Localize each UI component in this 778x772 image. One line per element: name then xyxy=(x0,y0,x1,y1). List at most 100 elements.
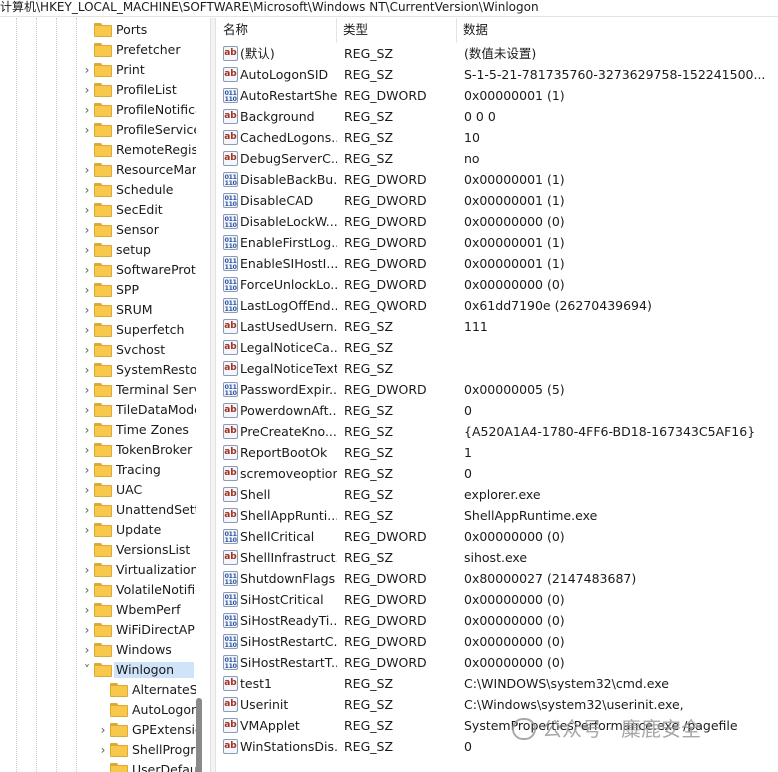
value-row[interactable]: ab ReportBootOk REG_SZ 1 xyxy=(217,442,778,463)
tree-item[interactable]: › SPP xyxy=(0,280,200,300)
tree-item[interactable]: VersionsList xyxy=(0,540,200,560)
chevron-right-icon[interactable]: › xyxy=(82,583,92,597)
value-row[interactable]: ab Background REG_SZ 0 0 0 xyxy=(217,106,778,127)
tree-item[interactable]: › WiFiDirectAPI xyxy=(0,620,200,640)
chevron-right-icon[interactable]: › xyxy=(82,483,92,497)
chevron-right-icon[interactable]: › xyxy=(82,503,92,517)
value-row[interactable]: 011 110 SiHostRestartT... REG_DWORD 0x000000… xyxy=(217,652,778,673)
chevron-right-icon[interactable]: › xyxy=(98,743,108,757)
tree-scrollbar-thumb[interactable] xyxy=(196,698,202,772)
tree-item[interactable]: › UnattendSetti xyxy=(0,500,200,520)
tree-item[interactable]: Prefetcher xyxy=(0,40,200,60)
tree-item[interactable]: › Time Zones xyxy=(0,420,200,440)
tree-item[interactable]: › TokenBroker xyxy=(0,440,200,460)
tree-item[interactable]: Ports xyxy=(0,20,200,40)
chevron-right-icon[interactable]: › xyxy=(82,63,92,77)
value-row[interactable]: 011 110 DisableLockW... REG_DWORD 0x00000000… xyxy=(217,211,778,232)
chevron-right-icon[interactable]: › xyxy=(82,103,92,117)
tree-item[interactable]: RemoteRegis xyxy=(0,140,200,160)
value-row[interactable]: 011 110 SiHostReadyTi... REG_DWORD 0x0000000… xyxy=(217,610,778,631)
tree-item[interactable]: › ResourceMar xyxy=(0,160,200,180)
tree-item[interactable]: › Terminal Serv xyxy=(0,380,200,400)
chevron-right-icon[interactable]: › xyxy=(82,603,92,617)
chevron-right-icon[interactable]: › xyxy=(82,563,92,577)
chevron-right-icon[interactable]: › xyxy=(82,263,92,277)
value-row[interactable]: 011 110 AutoRestartShell REG_DWORD 0x0000000… xyxy=(217,85,778,106)
tree-item[interactable]: › Superfetch xyxy=(0,320,200,340)
value-row[interactable]: 011 110 EnableSIHostI... REG_DWORD 0x0000000… xyxy=(217,253,778,274)
tree-item[interactable]: AlternateSh xyxy=(0,680,200,700)
tree-item[interactable]: › SecEdit xyxy=(0,200,200,220)
chevron-right-icon[interactable]: › xyxy=(82,123,92,137)
value-row[interactable]: 011 110 DisableCAD REG_DWORD 0x00000001 (1) xyxy=(217,190,778,211)
tree-item[interactable]: › SoftwareProte xyxy=(0,260,200,280)
value-row[interactable]: ab PreCreateKno... REG_SZ {A520A1A4-1780-4F… xyxy=(217,421,778,442)
chevron-right-icon[interactable]: › xyxy=(82,343,92,357)
value-row[interactable]: ab LegalNoticeCa... REG_SZ xyxy=(217,337,778,358)
value-row[interactable]: ab test1 REG_SZ C:\WINDOWS\system32\cmd.exe xyxy=(217,673,778,694)
tree-item[interactable]: › SystemRestor xyxy=(0,360,200,380)
value-row[interactable]: ab Userinit REG_SZ C:\Windows\system32\user… xyxy=(217,694,778,715)
tree-item[interactable]: › UAC xyxy=(0,480,200,500)
value-row[interactable]: 011 110 ShutdownFlags REG_DWORD 0x80000027 (… xyxy=(217,568,778,589)
column-header-name[interactable]: 名称 xyxy=(217,18,337,43)
chevron-right-icon[interactable]: › xyxy=(82,203,92,217)
tree-item[interactable]: › Windows xyxy=(0,640,200,660)
address-bar[interactable]: 计算机\HKEY_LOCAL_MACHINE\SOFTWARE\Microsof… xyxy=(0,0,778,17)
tree-item[interactable]: › Sensor xyxy=(0,220,200,240)
value-row[interactable]: 011 110 LastLogOffEnd... REG_QWORD 0x61dd719… xyxy=(217,295,778,316)
value-row[interactable]: ab ShellAppRunti... REG_SZ ShellAppRuntime.… xyxy=(217,505,778,526)
tree-item[interactable]: › TileDataMode xyxy=(0,400,200,420)
value-row[interactable]: ab Shell REG_SZ explorer.exe xyxy=(217,484,778,505)
chevron-right-icon[interactable]: › xyxy=(82,383,92,397)
value-row[interactable]: ab DebugServerC... REG_SZ no xyxy=(217,148,778,169)
chevron-right-icon[interactable]: › xyxy=(82,303,92,317)
tree-item[interactable]: › Schedule xyxy=(0,180,200,200)
chevron-right-icon[interactable]: › xyxy=(82,223,92,237)
chevron-right-icon[interactable]: › xyxy=(82,623,92,637)
chevron-right-icon[interactable]: › xyxy=(82,523,92,537)
tree-item[interactable]: › Svchost xyxy=(0,340,200,360)
tree-item[interactable]: › ShellProgr xyxy=(0,740,200,760)
chevron-right-icon[interactable]: › xyxy=(82,323,92,337)
chevron-right-icon[interactable]: › xyxy=(82,443,92,457)
chevron-right-icon[interactable]: › xyxy=(82,283,92,297)
value-row[interactable]: 011 110 SiHostCritical REG_DWORD 0x00000000 … xyxy=(217,589,778,610)
chevron-right-icon[interactable]: › xyxy=(82,163,92,177)
chevron-right-icon[interactable]: › xyxy=(82,243,92,257)
value-row[interactable]: 011 110 EnableFirstLog... REG_DWORD 0x000000… xyxy=(217,232,778,253)
tree-item[interactable]: › ProfileService xyxy=(0,120,200,140)
tree-item[interactable]: ˅ Winlogon xyxy=(0,660,200,680)
tree-item[interactable]: › VolatileNotific xyxy=(0,580,200,600)
value-row[interactable]: 011 110 PasswordExpir... REG_DWORD 0x0000000… xyxy=(217,379,778,400)
tree-item[interactable]: › Print xyxy=(0,60,200,80)
value-row[interactable]: ab AutoLogonSID REG_SZ S-1-5-21-781735760-3… xyxy=(217,64,778,85)
values-list[interactable]: 名称 类型 数据 ab (默认) REG_SZ (数值未设置) ab AutoLogonS… xyxy=(217,18,778,772)
tree-item[interactable]: › SRUM xyxy=(0,300,200,320)
value-row[interactable]: 011 110 SiHostRestartC... REG_DWORD 0x000000… xyxy=(217,631,778,652)
chevron-down-icon[interactable]: ˅ xyxy=(82,663,92,677)
tree-item[interactable]: › ProfileNotifica xyxy=(0,100,200,120)
chevron-right-icon[interactable]: › xyxy=(82,423,92,437)
tree-item[interactable]: › Tracing xyxy=(0,460,200,480)
value-row[interactable]: 011 110 DisableBackBu... REG_DWORD 0x0000000… xyxy=(217,169,778,190)
chevron-right-icon[interactable]: › xyxy=(98,723,108,737)
chevron-right-icon[interactable]: › xyxy=(82,463,92,477)
column-header-type[interactable]: 类型 xyxy=(337,18,457,43)
value-row[interactable]: ab CachedLogons... REG_SZ 10 xyxy=(217,127,778,148)
chevron-right-icon[interactable]: › xyxy=(82,643,92,657)
value-row[interactable]: ab scremoveoption REG_SZ 0 xyxy=(217,463,778,484)
chevron-right-icon[interactable]: › xyxy=(82,403,92,417)
chevron-right-icon[interactable]: › xyxy=(82,183,92,197)
registry-tree[interactable]: Ports Prefetcher › Print › ProfileList › Profil… xyxy=(0,18,210,772)
tree-item[interactable]: › Update xyxy=(0,520,200,540)
value-row[interactable]: ab ShellInfrastruct... REG_SZ sihost.exe xyxy=(217,547,778,568)
value-row[interactable]: 011 110 ForceUnlockLo... REG_DWORD 0x0000000… xyxy=(217,274,778,295)
value-row[interactable]: ab (默认) REG_SZ (数值未设置) xyxy=(217,43,778,64)
tree-item[interactable]: › Virtualization xyxy=(0,560,200,580)
chevron-right-icon[interactable]: › xyxy=(82,83,92,97)
tree-item[interactable]: › GPExtensio xyxy=(0,720,200,740)
tree-item[interactable]: › setup xyxy=(0,240,200,260)
tree-item[interactable]: AutoLogon xyxy=(0,700,200,720)
value-row[interactable]: ab PowerdownAft... REG_SZ 0 xyxy=(217,400,778,421)
